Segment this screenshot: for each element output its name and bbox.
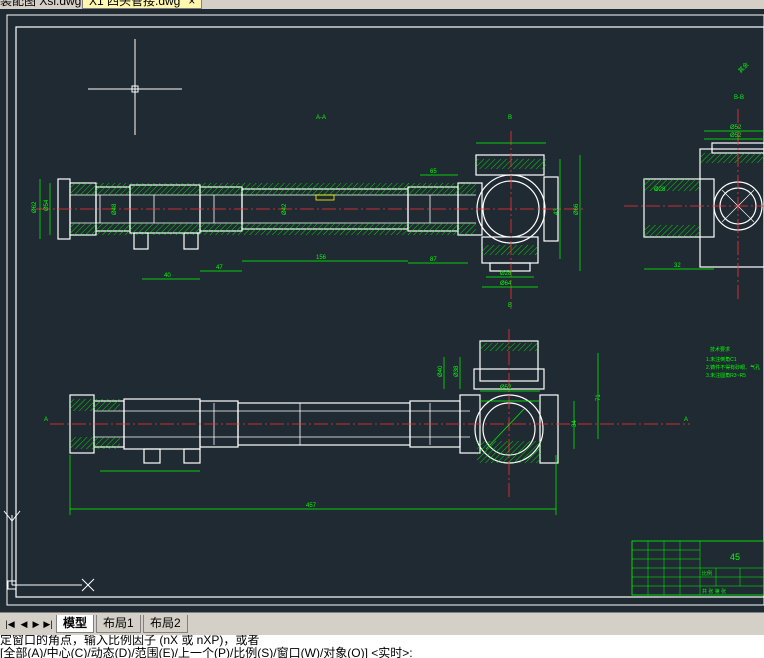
dim-d16-bottom: Ø52 [500,385,512,391]
dim-d14: Ø28 [654,187,666,193]
section-marker-b-bottom: B [508,303,512,309]
document-tab-active[interactable]: X1 四头管接.dwg × [82,0,203,9]
section-marker-a-left: A [44,417,48,423]
dim-d10: Ø64 [500,281,512,287]
cad-drawing: Ø62 Ø54 40 47 156 87 Ø28 Ø64 65 Ø66 43 Ø… [3,14,764,606]
command-line-2: [全部(A)/中心(C)/动态(D)/范围(E)/上一个(P)/比例(S)/窗口… [0,646,413,658]
dim-d21: Ø38 [454,365,460,377]
sheet-border [6,14,764,606]
ucs-icon [3,510,95,592]
tab-layout1[interactable]: 布局1 [96,615,141,633]
tab-layout2[interactable]: 布局2 [143,615,188,633]
notes-line-3: 3.未注圆角R3~R5 [706,372,746,379]
front-view-bottom: 457 71 34 Ø40 Ø38 Ø52 A A [44,329,690,515]
dim-d9: Ø28 [500,271,512,277]
last-layout-button[interactable]: ▶| [42,617,54,631]
first-layout-button[interactable]: |◀ [4,617,16,631]
section-label-right: B-B [734,95,744,101]
section-marker-b-top: B [508,115,512,121]
dim-d2: Ø54 [44,199,50,211]
layout-tab-bar: |◀ ◀ ▶ ▶| 模型 布局1 布局2 [0,612,764,635]
next-layout-button[interactable]: ▶ [30,617,42,631]
command-line[interactable]: 定窗口的角点，输入比例因子 (nX 或 nXP)，或者 [全部(A)/中心(C)… [0,635,764,658]
sheet-label: 共 张 第 张 [702,588,726,595]
title-block: 45 比例 共 张 第 张 [631,540,764,596]
notes-line-2: 2.铸件不得有砂眼、气孔 [706,364,760,371]
command-line-1: 定窗口的角点，输入比例因子 (nX 或 nXP)，或者 [0,635,260,647]
dim-d8: 87 [430,257,437,263]
dim-d1: Ø62 [32,201,38,213]
dim-d6: 47 [216,265,223,271]
dim-d18: 32 [674,263,681,269]
dim-d20: Ø40 [438,365,444,377]
dim-d12: Ø66 [574,203,580,215]
document-tab-active-label: X1 四头管接.dwg [89,0,181,8]
crosshair-cursor [88,39,182,135]
dim-d22: 457 [306,503,317,509]
material-label: 45 [730,552,740,562]
section-view-top: Ø62 Ø54 40 47 156 87 Ø28 Ø64 65 Ø66 43 Ø… [32,115,584,309]
dim-d11: 65 [430,169,437,175]
dim-d15: Ø52 [730,125,742,131]
section-marker-a-right: A [684,417,688,423]
section-view-right: Ø52 Ø52 32 Ø28 B-B 其余 [624,61,764,299]
dim-d17: 71 [596,394,602,401]
drawing-frame [15,26,764,598]
section-label-top: A-A [316,115,326,121]
technical-notes: 技术要求 1.未注倒角C1 2.铸件不得有砂眼、气孔 3.未注圆角R3~R5 [706,346,760,379]
drawing-canvas[interactable]: Ø62 Ø54 40 47 156 87 Ø28 Ø64 65 Ø66 43 Ø… [0,9,764,612]
dim-d16: Ø52 [730,133,742,139]
dim-d13: 43 [554,208,560,215]
tab-model[interactable]: 模型 [56,615,95,633]
dim-d5: 40 [164,273,171,279]
dim-d19: 34 [572,420,578,427]
roughness-note: 其余 [736,61,750,75]
dim-d3: Ø48 [112,203,118,215]
document-tab-assembly[interactable]: 装配图 Xsl.dwg [0,0,81,8]
scale-label: 比例 [702,570,712,577]
dim-d4: Ø42 [282,203,288,215]
notes-line-1: 1.未注倒角C1 [706,356,737,363]
notes-title: 技术要求 [710,346,730,353]
prev-layout-button[interactable]: ◀ [18,617,30,631]
dim-d7: 156 [316,255,327,261]
close-icon[interactable]: × [188,0,195,8]
document-tab-bar: 装配图 Xsl.dwg X1 四头管接.dwg × [0,0,764,9]
